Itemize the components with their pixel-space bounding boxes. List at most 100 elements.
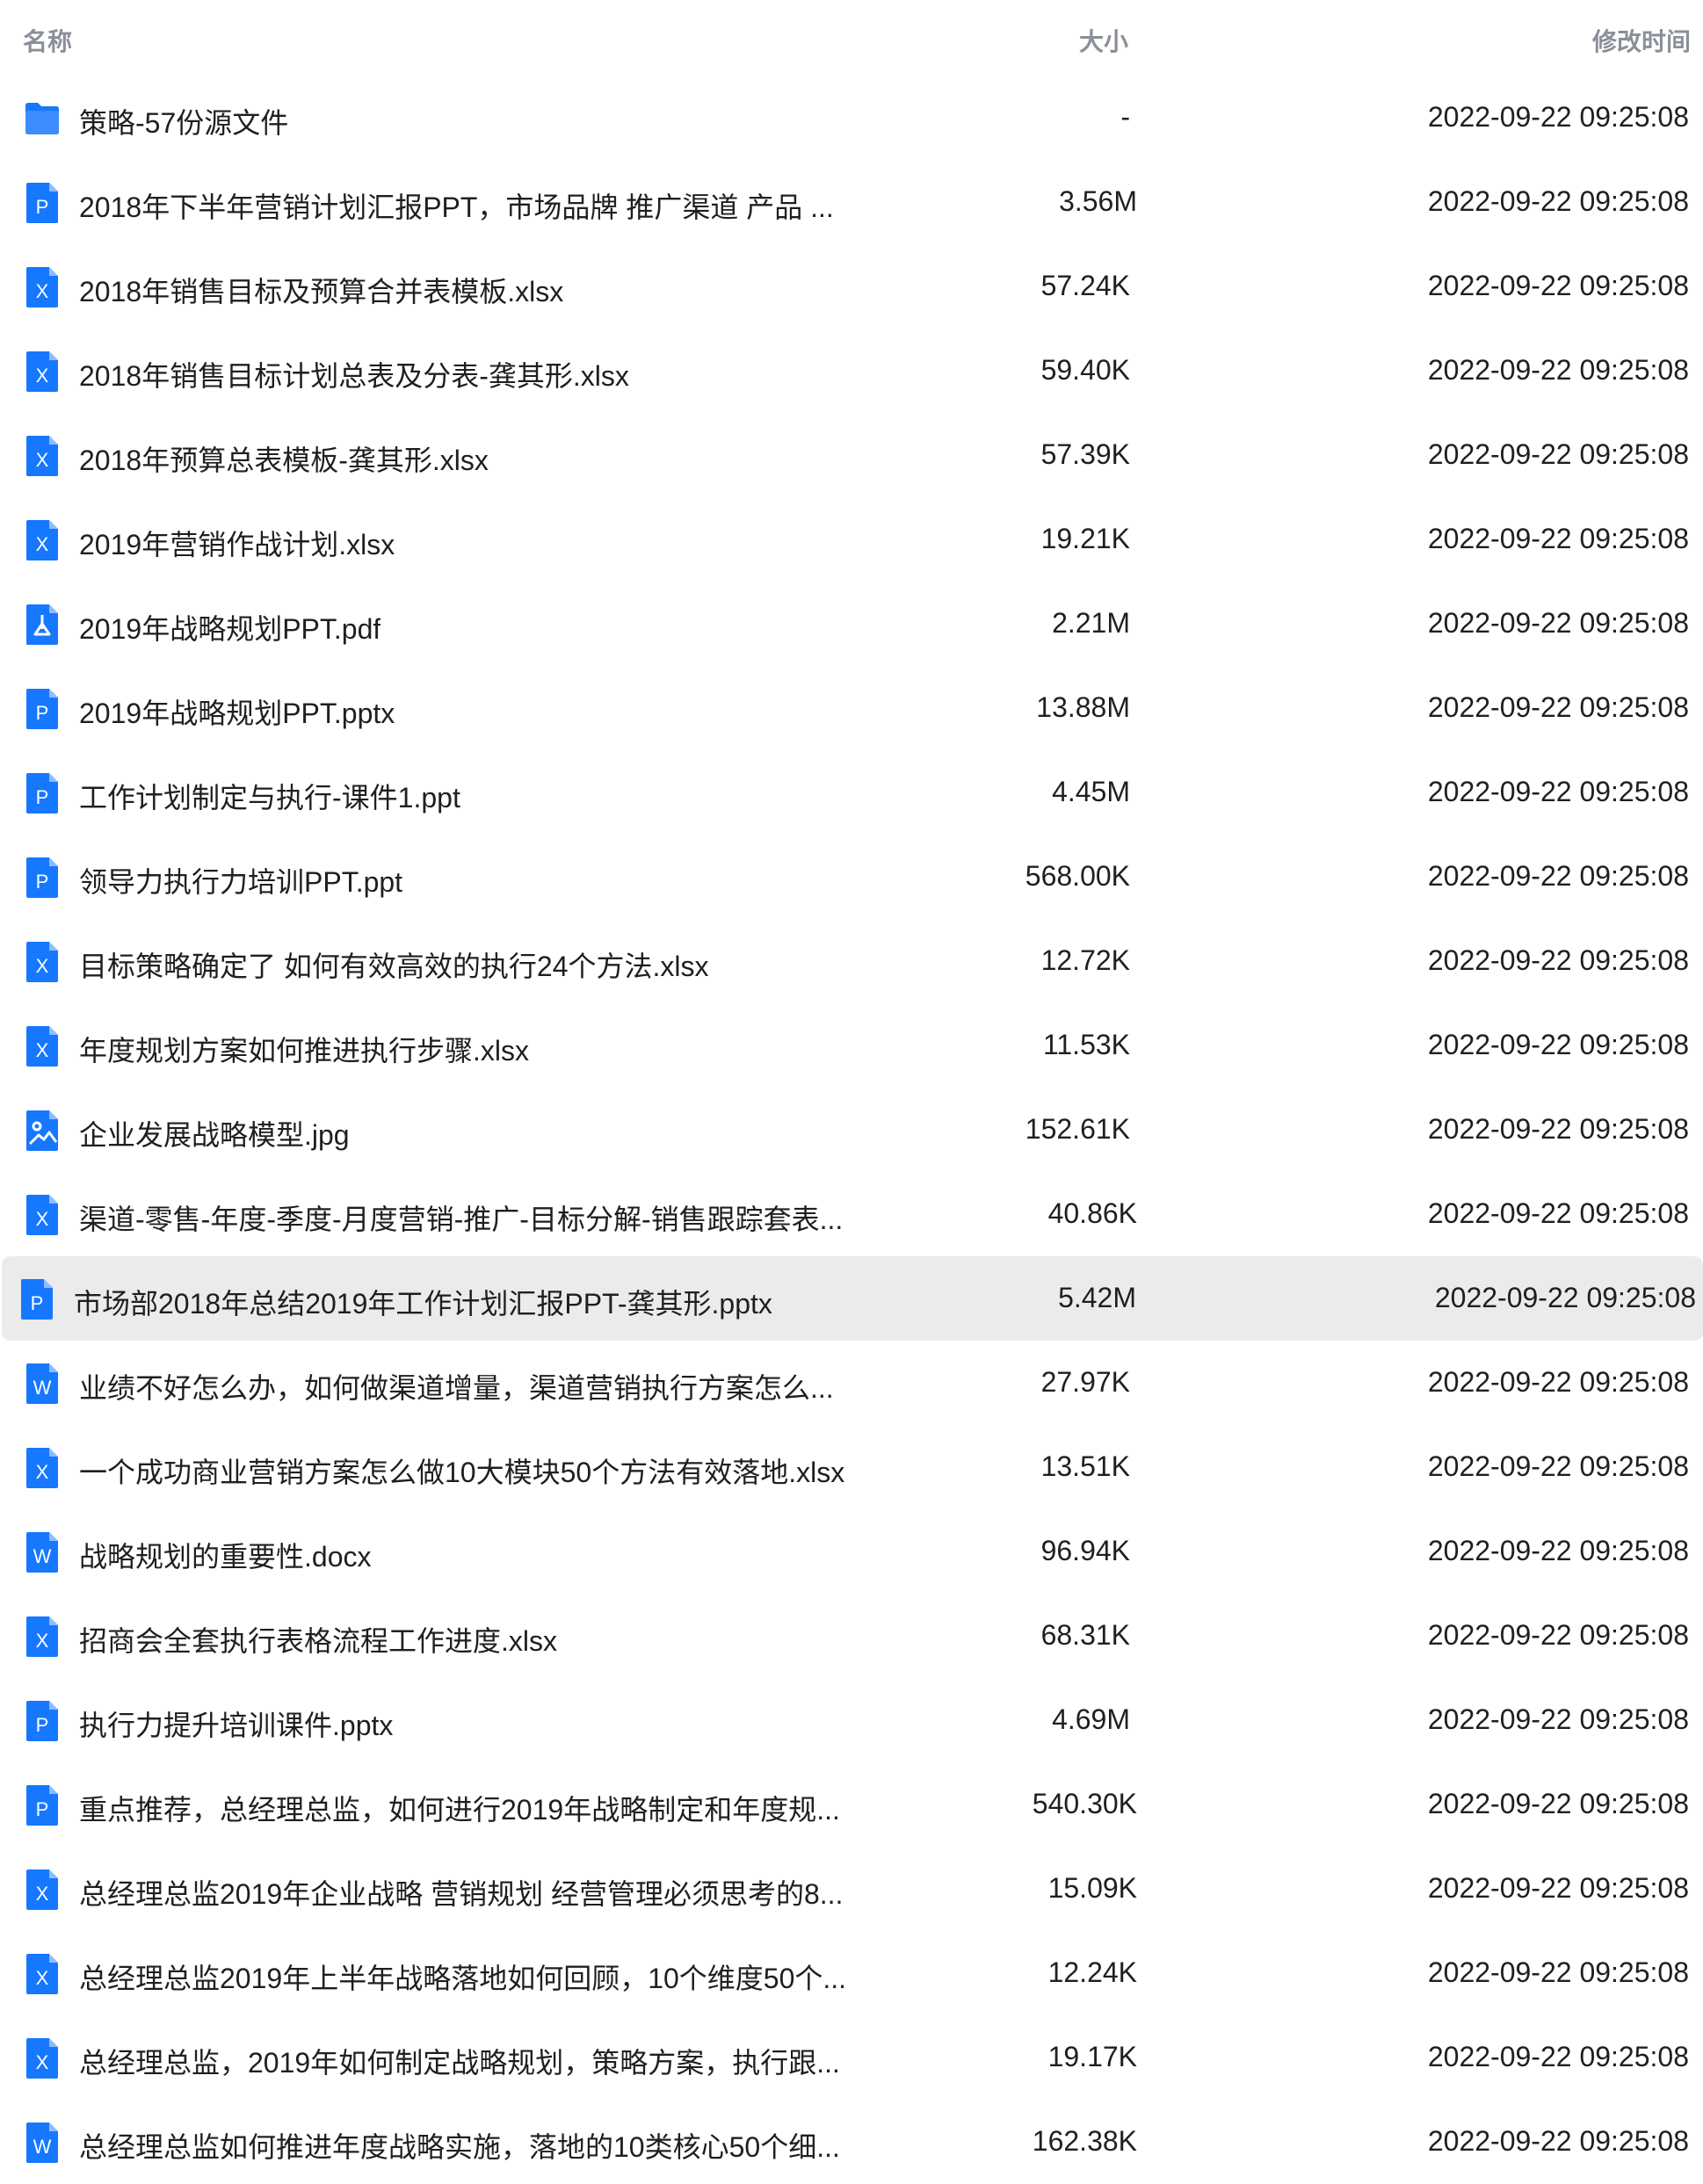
file-modified-time: 2022-09-22 09:25:08 [1427, 1366, 1689, 1398]
file-modified-time: 2022-09-22 09:25:08 [1434, 1282, 1696, 1313]
file-modified-time: 2022-09-22 09:25:08 [1427, 2125, 1689, 2157]
file-row[interactable]: X 招商会全套执行表格流程工作进度.xlsx 68.31K 2022-09-22 09… [0, 1594, 1703, 1678]
file-size: 2.21M [1052, 607, 1130, 639]
file-size: 13.51K [1040, 1450, 1130, 1482]
file-name[interactable]: 2019年营销作战计划.xlsx [79, 523, 395, 563]
file-size: 5.42M [1058, 1282, 1136, 1313]
file-name[interactable]: 总经理总监2019年上半年战略落地如何回顾，10个维度50个... [79, 1956, 846, 1997]
file-modified-time: 2022-09-22 09:25:08 [1427, 2041, 1689, 2072]
file-name[interactable]: 渠道-零售-年度-季度-月度营销-推广-目标分解-销售跟踪套表... [79, 1197, 843, 1238]
file-name[interactable]: 招商会全套执行表格流程工作进度.xlsx [79, 1619, 557, 1660]
file-row[interactable]: X 2018年预算总表模板-龚其形.xlsx 57.39K 2022-09-22 09… [0, 413, 1703, 497]
file-row[interactable]: P 市场部2018年总结2019年工作计划汇报PPT-龚其形.pptx 5.42M 2… [2, 1256, 1703, 1341]
file-row[interactable]: P 2018年下半年营销计划汇报PPT，市场品牌 推广渠道 产品 ... 3.56M… [0, 160, 1703, 244]
file-modified-time: 2022-09-22 09:25:08 [1427, 1619, 1689, 1651]
excel-file-icon: X [25, 1615, 60, 1659]
file-row[interactable]: 企业发展战略模型.jpg 152.61K 2022-09-22 09:25:08 [0, 1088, 1703, 1172]
file-row[interactable]: P 重点推荐，总经理总监，如何进行2019年战略制定和年度规... 540.30K 2… [0, 1762, 1703, 1847]
file-row[interactable]: X 一个成功商业营销方案怎么做10大模块50个方法有效落地.xlsx 13.51K 2… [0, 1425, 1703, 1509]
file-name[interactable]: 2018年下半年营销计划汇报PPT，市场品牌 推广渠道 产品 ... [79, 185, 834, 226]
file-name[interactable]: 2019年战略规划PPT.pdf [79, 607, 380, 647]
ppt-file-icon: P [25, 1783, 60, 1827]
svg-text:X: X [36, 1630, 49, 1652]
svg-text:P: P [36, 1714, 49, 1736]
svg-text:X: X [36, 280, 49, 302]
file-size: 96.94K [1040, 1535, 1130, 1566]
file-row[interactable]: P 领导力执行力培训PPT.ppt 568.00K 2022-09-22 09:25:… [0, 835, 1703, 919]
file-name[interactable]: 2019年战略规划PPT.pptx [79, 691, 395, 732]
file-row[interactable]: X 渠道-零售-年度-季度-月度营销-推广-目标分解-销售跟踪套表... 40.86… [0, 1172, 1703, 1256]
file-modified-time: 2022-09-22 09:25:08 [1427, 944, 1689, 976]
file-row[interactable]: X 2018年销售目标及预算合并表模板.xlsx 57.24K 2022-09-22 … [0, 244, 1703, 329]
column-header-name[interactable]: 名称 [23, 23, 72, 58]
file-size: 12.72K [1040, 944, 1130, 976]
file-name[interactable]: 业绩不好怎么办，如何做渠道增量，渠道营销执行方案怎么... [79, 1366, 834, 1407]
file-name[interactable]: 2018年销售目标及预算合并表模板.xlsx [79, 270, 563, 310]
file-modified-time: 2022-09-22 09:25:08 [1427, 1113, 1689, 1145]
file-row[interactable]: 策略-57份源文件 - 2022-09-22 09:25:08 [0, 76, 1703, 160]
file-name[interactable]: 战略规划的重要性.docx [79, 1535, 372, 1575]
file-name[interactable]: 2018年预算总表模板-龚其形.xlsx [79, 438, 489, 479]
file-name[interactable]: 企业发展战略模型.jpg [79, 1113, 350, 1153]
file-name[interactable]: 2018年销售目标计划总表及分表-龚其形.xlsx [79, 354, 629, 394]
file-size: 13.88M [1036, 691, 1130, 723]
file-row[interactable]: P 执行力提升培训课件.pptx 4.69M 2022-09-22 09:25:08 [0, 1678, 1703, 1762]
folder-icon [25, 97, 60, 141]
svg-text:X: X [36, 1208, 49, 1230]
file-row[interactable]: W 业绩不好怎么办，如何做渠道增量，渠道营销执行方案怎么... 27.97K 2022… [0, 1341, 1703, 1425]
svg-text:X: X [36, 1967, 49, 1989]
excel-file-icon: X [25, 1446, 60, 1490]
file-name[interactable]: 领导力执行力培训PPT.ppt [79, 860, 402, 900]
file-name[interactable]: 策略-57份源文件 [79, 101, 288, 141]
file-name[interactable]: 执行力提升培训课件.pptx [79, 1703, 393, 1744]
file-size: 19.17K [1047, 2041, 1137, 2072]
file-name[interactable]: 市场部2018年总结2019年工作计划汇报PPT-龚其形.pptx [74, 1282, 772, 1322]
file-name[interactable]: 工作计划制定与执行-课件1.ppt [79, 776, 460, 816]
file-row[interactable]: W 战略规划的重要性.docx 96.94K 2022-09-22 09:25:08 [0, 1509, 1703, 1594]
file-size: 4.45M [1052, 776, 1130, 807]
svg-text:X: X [36, 1461, 49, 1483]
file-name[interactable]: 目标策略确定了 如何有效高效的执行24个方法.xlsx [79, 944, 709, 985]
excel-file-icon: X [25, 265, 60, 309]
file-modified-time: 2022-09-22 09:25:08 [1427, 860, 1689, 892]
file-row[interactable]: P 2019年战略规划PPT.pptx 13.88M 2022-09-22 09:25… [0, 666, 1703, 750]
file-modified-time: 2022-09-22 09:25:08 [1427, 1872, 1689, 1904]
excel-file-icon: X [25, 1024, 60, 1068]
file-row[interactable]: X 总经理总监，2019年如何制定战略规划，策略方案，执行跟... 19.17K 20… [0, 2015, 1703, 2100]
file-row[interactable]: X 目标策略确定了 如何有效高效的执行24个方法.xlsx 12.72K 2022-0… [0, 919, 1703, 1003]
file-modified-time: 2022-09-22 09:25:08 [1427, 1956, 1689, 1988]
excel-file-icon: X [25, 2036, 60, 2080]
file-row[interactable]: X 2018年销售目标计划总表及分表-龚其形.xlsx 59.40K 2022-09-… [0, 329, 1703, 413]
column-header-modified[interactable]: 修改时间 [1592, 23, 1691, 58]
excel-file-icon: X [25, 1868, 60, 1912]
file-name[interactable]: 重点推荐，总经理总监，如何进行2019年战略制定和年度规... [79, 1788, 840, 1828]
file-size: - [1120, 101, 1130, 133]
svg-text:P: P [36, 196, 49, 218]
file-size: 19.21K [1040, 523, 1130, 554]
file-row[interactable]: P 工作计划制定与执行-课件1.ppt 4.45M 2022-09-22 09:25:… [0, 750, 1703, 835]
file-row[interactable]: X 年度规划方案如何推进执行步骤.xlsx 11.53K 2022-09-22 09:… [0, 1003, 1703, 1088]
file-name[interactable]: 总经理总监如何推进年度战略实施，落地的10类核心50个细... [79, 2125, 840, 2166]
file-size: 68.31K [1040, 1619, 1130, 1651]
file-size: 57.24K [1040, 270, 1130, 301]
file-row[interactable]: X 总经理总监2019年上半年战略落地如何回顾，10个维度50个... 12.24K… [0, 1931, 1703, 2015]
file-row[interactable]: 2019年战略规划PPT.pdf 2.21M 2022-09-22 09:25:08 [0, 582, 1703, 666]
file-name[interactable]: 年度规划方案如何推进执行步骤.xlsx [79, 1029, 529, 1069]
file-size: 152.61K [1025, 1113, 1130, 1145]
file-row[interactable]: X 总经理总监2019年企业战略 营销规划 经营管理必须思考的8... 15.09K… [0, 1847, 1703, 1931]
svg-text:P: P [36, 786, 49, 808]
svg-text:W: W [33, 1377, 52, 1399]
file-name[interactable]: 总经理总监2019年企业战略 营销规划 经营管理必须思考的8... [79, 1872, 843, 1913]
svg-text:X: X [36, 1039, 49, 1061]
column-header-size[interactable]: 大小 [1079, 23, 1128, 58]
file-size: 12.24K [1047, 1956, 1137, 1988]
file-row[interactable]: X 2019年营销作战计划.xlsx 19.21K 2022-09-22 09:25:… [0, 497, 1703, 582]
svg-text:X: X [36, 955, 49, 977]
excel-file-icon: X [25, 434, 60, 478]
file-name[interactable]: 总经理总监，2019年如何制定战略规划，策略方案，执行跟... [79, 2041, 840, 2081]
file-name[interactable]: 一个成功商业营销方案怎么做10大模块50个方法有效落地.xlsx [79, 1450, 844, 1491]
file-modified-time: 2022-09-22 09:25:08 [1427, 185, 1689, 217]
file-size: 57.39K [1040, 438, 1130, 470]
image-file-icon [25, 1109, 60, 1153]
file-row[interactable]: W 总经理总监如何推进年度战略实施，落地的10类核心50个细... 162.38K 2… [0, 2100, 1703, 2184]
